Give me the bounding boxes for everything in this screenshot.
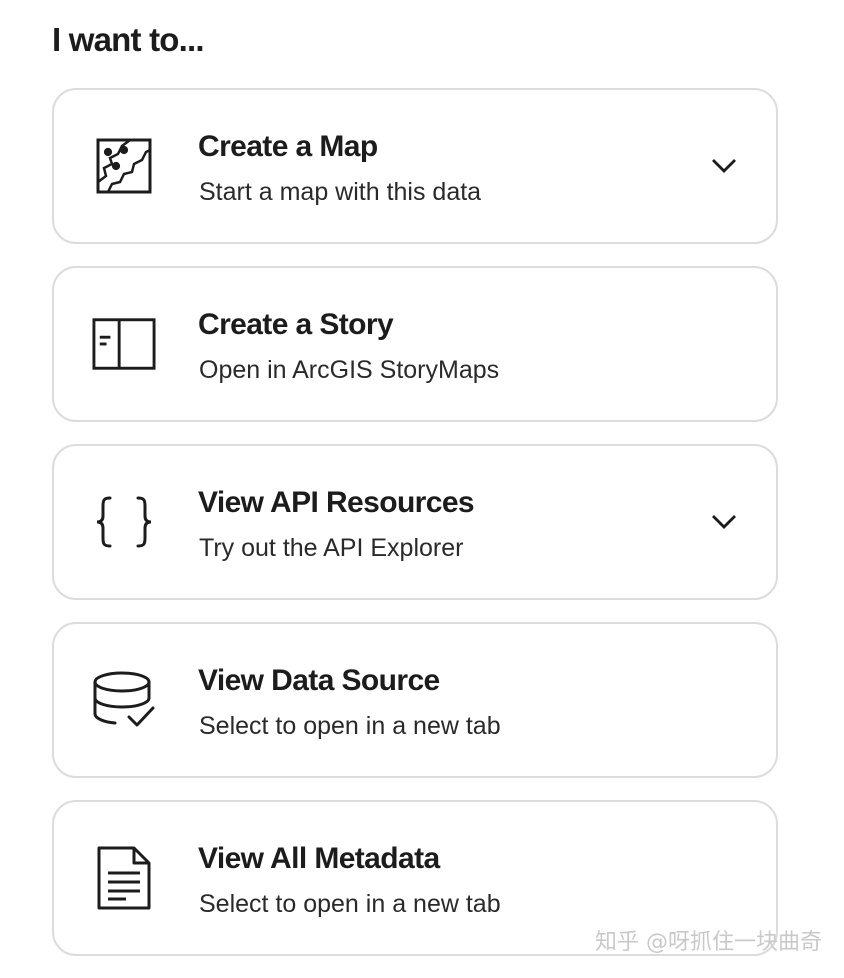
page-heading: I want to...: [52, 21, 205, 58]
card-subtitle: Select to open in a new tab: [199, 890, 501, 918]
chevron-down-icon[interactable]: [708, 508, 740, 536]
database-check-icon: [92, 668, 156, 732]
card-title: View API Resources: [198, 486, 475, 519]
card-subtitle: Select to open in a new tab: [199, 712, 501, 740]
create-story-card[interactable]: Create a Story Open in ArcGIS StoryMaps: [52, 266, 778, 422]
map-icon: [92, 134, 156, 198]
view-data-source-card[interactable]: View Data Source Select to open in a new…: [52, 622, 778, 778]
card-title: Create a Story: [198, 308, 394, 341]
card-title: View All Metadata: [198, 842, 440, 875]
code-braces-icon: [92, 490, 156, 554]
card-subtitle: Open in ArcGIS StoryMaps: [199, 356, 500, 384]
card-title: View Data Source: [198, 664, 440, 697]
storymap-icon: [92, 312, 156, 376]
view-api-resources-card[interactable]: View API Resources Try out the API Explo…: [52, 444, 778, 600]
create-map-card[interactable]: Create a Map Start a map with this data: [52, 88, 778, 244]
watermark: 知乎 @呀抓住一块曲奇: [595, 930, 822, 955]
action-list: Create a Map Start a map with this data …: [52, 88, 778, 978]
card-subtitle: Start a map with this data: [199, 178, 482, 206]
chevron-down-icon[interactable]: [708, 152, 740, 180]
card-subtitle: Try out the API Explorer: [199, 534, 464, 562]
document-icon: [92, 846, 156, 910]
card-title: Create a Map: [198, 130, 378, 163]
